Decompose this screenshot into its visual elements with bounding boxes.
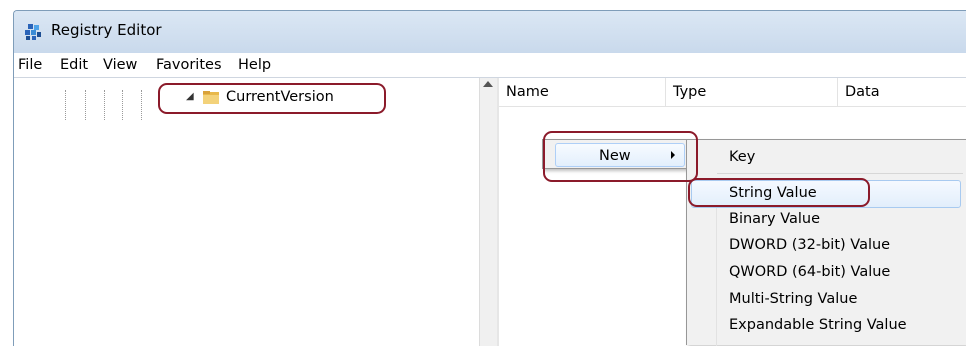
tree-guide-line [65,90,66,120]
new-submenu: Key String Value Binary Value DWORD (32-… [686,139,966,346]
column-header-data[interactable]: Data [838,78,966,106]
tree-label-currentversion: CurrentVersion [226,89,334,105]
submenu-item-dword-value[interactable]: DWORD (32-bit) Value [687,233,966,259]
window-title: Registry Editor [51,21,162,39]
menu-help[interactable]: Help [238,57,271,73]
submenu-item-label: String Value [729,185,817,201]
key-tree-pane[interactable]: ◢ CurrentVersion [14,78,477,346]
submenu-item-label: Key [729,149,756,165]
submenu-item-qword-value[interactable]: QWORD (64-bit) Value [687,260,966,286]
submenu-arrow-icon [671,151,675,159]
submenu-item-multi-string-value[interactable]: Multi-String Value [687,287,966,313]
menu-edit[interactable]: Edit [60,57,88,73]
submenu-item-label: Multi-String Value [729,291,858,307]
expand-arrow-icon[interactable]: ◢ [186,91,194,102]
folder-icon [203,91,219,104]
tree-guide-line [104,90,105,120]
menu-separator [717,173,963,174]
submenu-item-label: Expandable String Value [729,317,907,333]
context-menu-new-label: New [599,148,631,164]
submenu-item-key[interactable]: Key [687,145,966,171]
title-bar[interactable]: Registry Editor [14,11,966,53]
column-header-name[interactable]: Name [499,78,666,106]
submenu-item-binary-value[interactable]: Binary Value [687,207,966,233]
menu-favorites[interactable]: Favorites [156,57,222,73]
registry-editor-icon [25,24,41,40]
tree-scrollbar[interactable] [479,78,498,346]
submenu-item-label: DWORD (32-bit) Value [729,237,891,253]
tree-guide-line [141,90,142,120]
context-menu: New [542,139,688,169]
column-header-row: Name Type Data [499,78,966,107]
submenu-item-string-value[interactable]: String Value [691,180,961,208]
submenu-item-expandable-string-value[interactable]: Expandable String Value [687,313,966,339]
menu-view[interactable]: View [103,57,137,73]
menu-file[interactable]: File [18,57,42,73]
submenu-item-label: Binary Value [729,211,821,227]
submenu-item-label: QWORD (64-bit) Value [729,264,891,280]
tree-guide-line [122,90,123,120]
tree-guide-line [85,90,86,120]
column-header-type[interactable]: Type [666,78,838,106]
menu-bar: File Edit View Favorites Help [14,53,966,78]
scroll-up-arrow-icon[interactable] [483,81,493,87]
